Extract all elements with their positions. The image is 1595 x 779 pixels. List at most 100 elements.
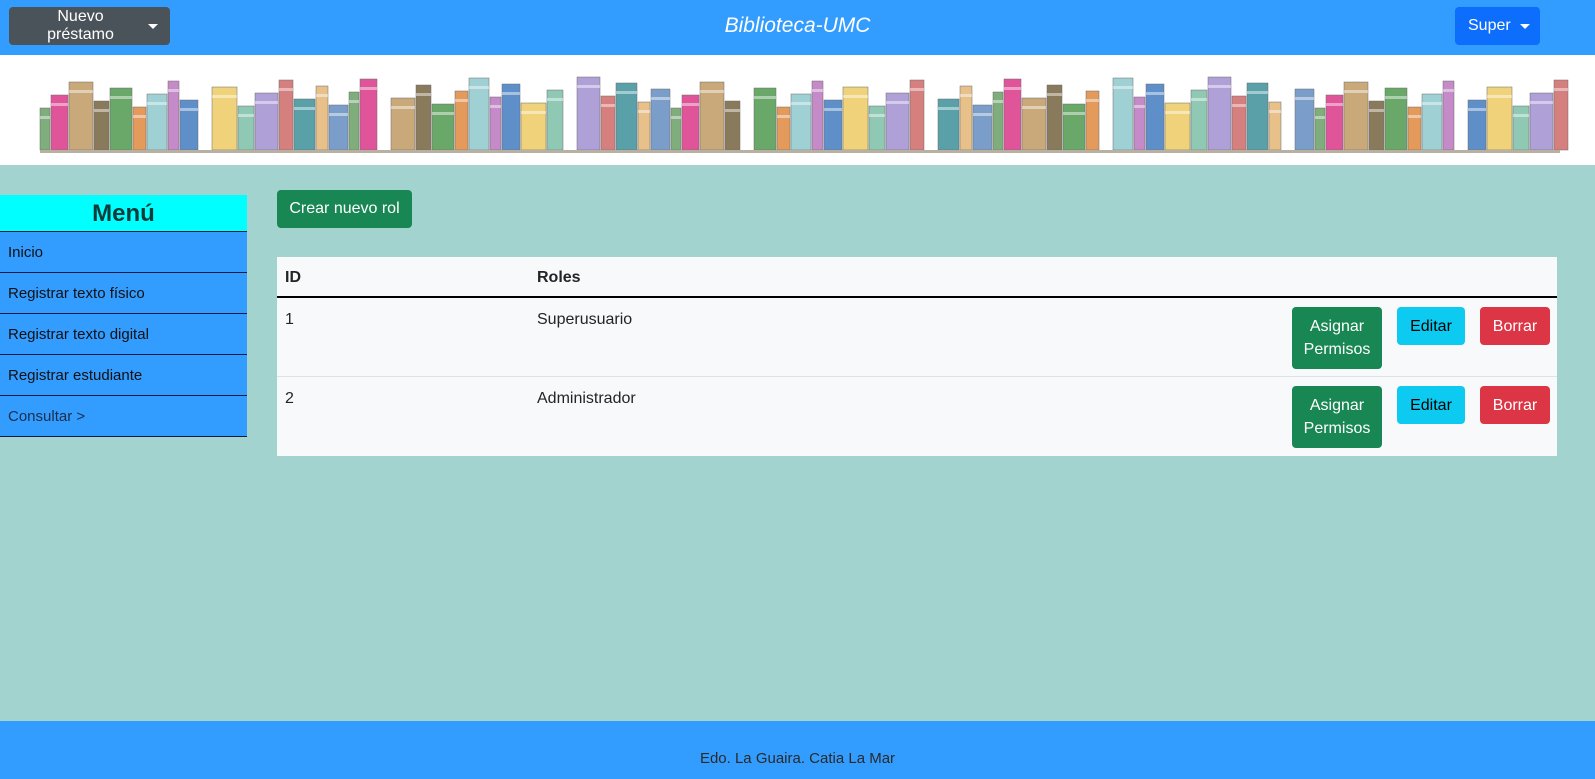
table-header: ID Roles [277, 257, 1557, 298]
assign-label-line2: Permisos [1303, 341, 1371, 358]
shelf-line [40, 150, 1560, 153]
column-header-roles: Roles [537, 269, 581, 286]
book-band [168, 89, 179, 92]
book-band [212, 95, 237, 98]
assign-permissions-button[interactable]: Asignar Permisos [1292, 386, 1382, 448]
book-band [455, 99, 468, 102]
book-spine [1314, 107, 1326, 151]
book-band [147, 102, 167, 105]
roles-table: ID Roles 1 Superusuario Asignar Permisos… [277, 257, 1557, 456]
menu-title: Menú [0, 195, 247, 232]
book-band [110, 96, 132, 99]
book-spine [823, 99, 843, 151]
book-band [1063, 112, 1085, 115]
user-label: Super [1468, 17, 1511, 34]
book-band [490, 105, 501, 108]
book-band [1134, 105, 1145, 108]
book-spine [1062, 103, 1086, 151]
book-band [938, 107, 959, 110]
book-band [1443, 89, 1454, 92]
sidebar-item-consultar[interactable]: Consultar > [0, 396, 247, 437]
book-spine [1133, 96, 1146, 151]
book-spine [132, 106, 147, 151]
book-band [1146, 92, 1164, 95]
book-spine [237, 105, 255, 151]
role-name-cell: Superusuario [537, 311, 633, 328]
book-band [547, 98, 563, 101]
assign-label-line2: Permisos [1303, 420, 1371, 437]
book-band [1004, 87, 1021, 90]
book-band [294, 107, 315, 110]
assign-label-line1: Asignar [1309, 397, 1365, 414]
book-band [1344, 90, 1368, 93]
sidebar-item-registrar-texto-digital[interactable]: Registrar texto digital [0, 314, 247, 355]
book-band [316, 94, 328, 97]
book-band [1385, 96, 1407, 99]
book-band [238, 114, 254, 117]
book-band [577, 85, 600, 88]
book-band [754, 96, 776, 99]
book-band [133, 115, 146, 118]
book-band [601, 104, 615, 107]
book-band [432, 112, 454, 115]
book-band [886, 101, 909, 104]
role-id-cell: 2 [285, 390, 294, 407]
book-spine [1368, 100, 1385, 151]
book-band [869, 114, 885, 117]
book-band [993, 100, 1003, 103]
book-band [1554, 88, 1568, 91]
book-spine [179, 99, 199, 151]
book-band [1422, 102, 1442, 105]
page-footer: Edo. La Guaira. Catia La Mar [0, 721, 1595, 779]
book-band [502, 92, 520, 95]
book-band [638, 110, 650, 113]
book-band [1369, 109, 1384, 112]
book-band [1326, 103, 1343, 106]
book-spine [637, 101, 651, 151]
book-band [824, 108, 842, 111]
book-spine [293, 98, 316, 151]
book-band [700, 90, 724, 93]
assign-label-line1: Asignar [1309, 318, 1365, 335]
sidebar-item-registrar-texto-fisico[interactable]: Registrar texto físico [0, 273, 247, 314]
book-spine [1021, 97, 1047, 151]
book-band [1468, 108, 1486, 111]
book-spine [390, 97, 416, 151]
book-band [671, 116, 681, 119]
top-navbar: Nuevo préstamo Biblioteca-UMC Super [0, 0, 1595, 55]
book-band [1487, 95, 1512, 98]
book-band [1047, 93, 1062, 96]
book-spine [1467, 99, 1487, 151]
book-spine [972, 104, 993, 151]
book-spine [1268, 101, 1282, 151]
book-spine [489, 96, 502, 151]
book-band [360, 87, 377, 90]
book-spine [431, 103, 455, 151]
bookshelf-banner [0, 55, 1595, 165]
user-dropdown[interactable]: Super [1455, 7, 1540, 45]
book-band [1247, 91, 1268, 94]
book-spine [39, 107, 51, 151]
sidebar-item-registrar-estudiante[interactable]: Registrar estudiante [0, 355, 247, 396]
table-row: 2 Administrador Asignar Permisos Editar … [277, 377, 1557, 456]
book-band [51, 103, 68, 106]
book-band [1165, 111, 1190, 114]
book-band [1295, 97, 1314, 100]
edit-button[interactable]: Editar [1397, 307, 1465, 345]
book-spine [93, 100, 110, 151]
book-band [1208, 85, 1231, 88]
book-band [469, 86, 489, 89]
edit-button[interactable]: Editar [1397, 386, 1465, 424]
sidebar-item-inicio[interactable]: Inicio [0, 232, 247, 273]
delete-button[interactable]: Borrar [1480, 386, 1550, 424]
create-role-button[interactable]: Crear nuevo rol [277, 190, 412, 228]
book-band [329, 113, 348, 116]
book-band [69, 90, 93, 93]
table-row: 1 Superusuario Asignar Permisos Editar B… [277, 298, 1557, 377]
book-band [725, 109, 740, 112]
brand-title[interactable]: Biblioteca-UMC [0, 14, 1595, 38]
delete-button[interactable]: Borrar [1480, 307, 1550, 345]
book-spine [670, 107, 682, 151]
assign-permissions-button[interactable]: Asignar Permisos [1292, 307, 1382, 369]
book-spine [1407, 106, 1422, 151]
